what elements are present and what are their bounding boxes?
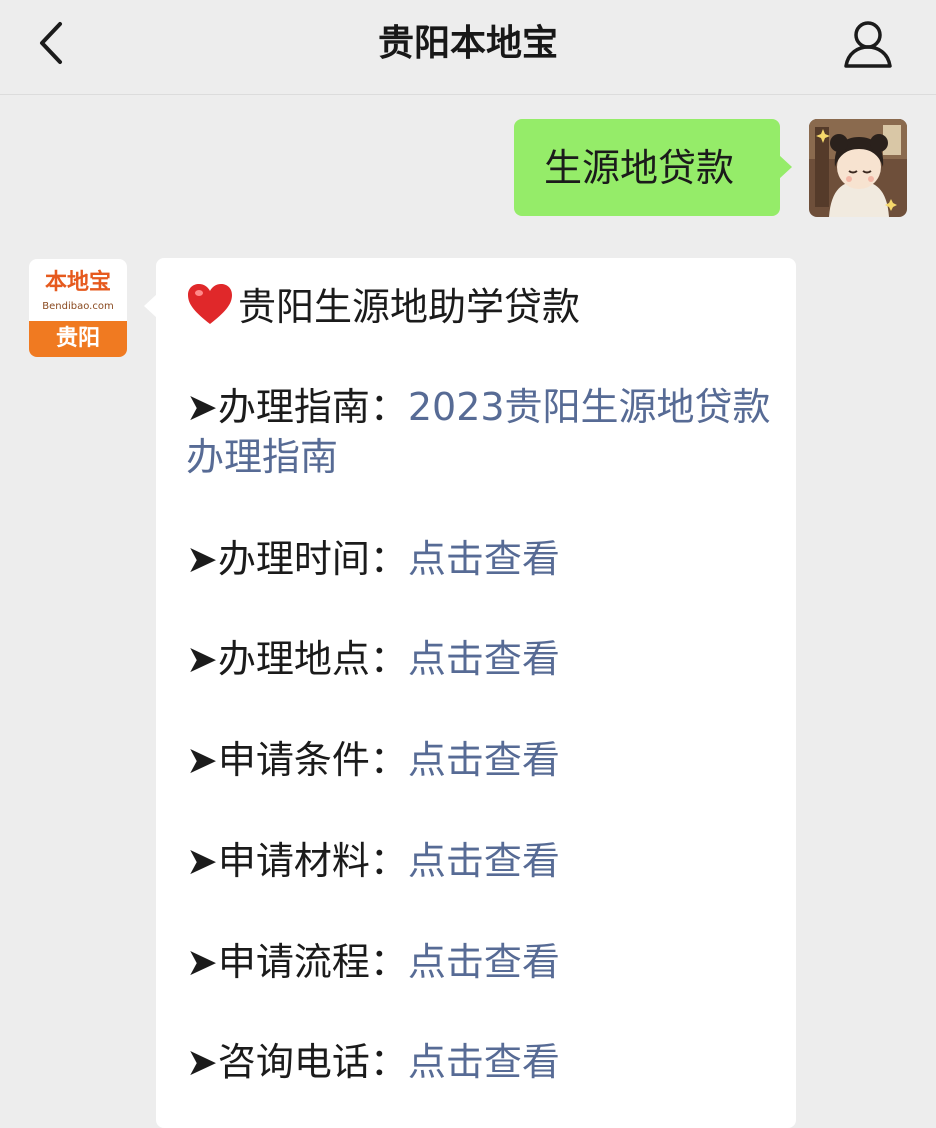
view-link[interactable]: 点击查看: [408, 637, 560, 681]
incoming-message-bubble: 贵阳生源地助学贷款 ➤办理指南：2023贵阳生源地贷款办理指南 ➤办理时间：点击…: [144, 258, 796, 1128]
outgoing-message-text: 生源地贷款: [544, 146, 735, 190]
list-item-label: ➤申请条件：: [186, 738, 408, 782]
list-item-label: ➤办理时间：: [186, 537, 408, 581]
avatar-illustration: [809, 119, 907, 217]
person-icon: [844, 21, 892, 68]
list-item: ➤申请条件：点击查看: [186, 735, 776, 785]
message-heading-text: 贵阳生源地助学贷款: [238, 285, 581, 329]
outgoing-message-bubble[interactable]: 生源地贷款: [514, 119, 792, 216]
logo-city: 贵阳: [29, 321, 127, 357]
list-item: ➤申请材料：点击查看: [186, 836, 776, 886]
list-item-label: ➤申请流程：: [186, 940, 408, 984]
account-avatar[interactable]: 本地宝 Bendibao.com 贵阳: [29, 259, 127, 357]
my-avatar[interactable]: [809, 119, 907, 217]
list-item-label: ➤办理指南：: [186, 385, 408, 429]
list-item: ➤办理时间：点击查看: [186, 534, 776, 584]
profile-button[interactable]: [840, 16, 896, 72]
list-item-label: ➤申请材料：: [186, 839, 408, 883]
message-heading: 贵阳生源地助学贷款: [186, 282, 580, 332]
list-item: ➤办理地点：点击查看: [186, 634, 776, 684]
list-item: ➤咨询电话：点击查看: [186, 1037, 776, 1087]
view-link[interactable]: 点击查看: [408, 1040, 560, 1084]
list-item: ➤办理指南：2023贵阳生源地贷款办理指南: [186, 382, 776, 482]
chat-title: 贵阳本地宝: [377, 23, 558, 64]
view-link[interactable]: 点击查看: [408, 738, 560, 782]
list-item-label: ➤咨询电话：: [186, 1040, 408, 1084]
red-heart-icon: [188, 284, 232, 324]
list-item: ➤申请流程：点击查看: [186, 937, 776, 987]
view-link[interactable]: 点击查看: [408, 940, 560, 984]
view-link[interactable]: 点击查看: [408, 839, 560, 883]
view-link[interactable]: 点击查看: [408, 537, 560, 581]
logo-domain: Bendibao.com: [42, 301, 114, 312]
logo-name: 本地宝: [44, 270, 111, 295]
navigation-bar: 贵阳本地宝: [0, 0, 936, 95]
list-item-label: ➤办理地点：: [186, 637, 408, 681]
